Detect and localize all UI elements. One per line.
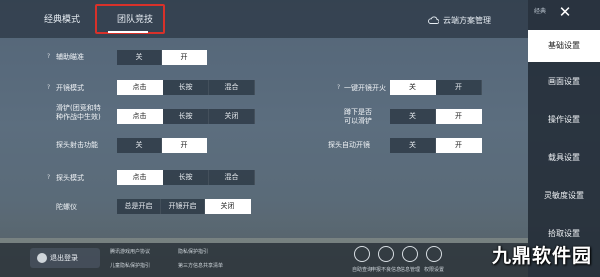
crouch-slide-toggle: 关 开 <box>390 109 482 124</box>
option-tap[interactable]: 点击 <box>117 170 163 185</box>
option-tap[interactable]: 点击 <box>117 80 163 95</box>
one-key-scope-fire-toggle: 关 开 <box>390 80 482 95</box>
gyro-selector: 总是开启 开镜开启 关闭 <box>117 199 251 214</box>
sidebar-item-controls[interactable]: 操作设置 <box>528 104 600 136</box>
peek-fire-label: 探头射击功能 <box>56 141 98 149</box>
option-on[interactable]: 开 <box>436 138 482 153</box>
option-mixed[interactable]: 混合 <box>209 170 255 185</box>
help-icon[interactable]: ? <box>47 174 50 181</box>
option-on[interactable]: 开 <box>162 138 207 153</box>
option-on[interactable]: 开 <box>162 50 207 65</box>
report-icon[interactable] <box>378 246 394 262</box>
peek-mode-selector: 点击 长按 混合 <box>117 170 255 185</box>
aim-assist-toggle: 关 开 <box>117 50 207 65</box>
option-tap[interactable]: 点击 <box>117 109 163 124</box>
option-hold[interactable]: 长按 <box>163 170 209 185</box>
aim-assist-label: 辅助瞄准 <box>56 53 84 61</box>
option-off[interactable]: 关闭 <box>209 109 255 124</box>
slide-selector: 点击 长按 关闭 <box>117 109 255 124</box>
link-third-party-list[interactable]: 第三方信息共享清单 <box>178 262 223 269</box>
option-off[interactable]: 关 <box>117 50 162 65</box>
peek-fire-toggle: 关 开 <box>117 138 207 153</box>
active-tab-indicator <box>108 31 148 33</box>
cloud-scheme-button[interactable]: 云端方案管理 <box>428 12 491 28</box>
sidebar-item-basic[interactable]: 基础设置 <box>528 30 600 62</box>
user-icon <box>37 253 47 263</box>
search-icon[interactable] <box>354 246 370 262</box>
sidebar-item-sensitivity[interactable]: 灵敏度设置 <box>528 180 600 212</box>
icon-label: 权限设置 <box>423 267 444 273</box>
gyro-label: 陀螺仪 <box>56 203 77 211</box>
help-icon[interactable]: ? <box>47 84 50 91</box>
tab-classic-mode[interactable]: 经典模式 <box>44 10 80 30</box>
peek-mode-label: 探头模式 <box>56 174 84 182</box>
sidebar-item-graphics[interactable]: 画面设置 <box>528 66 600 98</box>
link-child-privacy[interactable]: 儿童隐私保护指引 <box>110 262 150 269</box>
option-off[interactable]: 关 <box>390 109 436 124</box>
scope-mode-label: 开镜模式 <box>56 84 84 92</box>
site-watermark: 九鼎软件园 <box>492 245 593 267</box>
peek-auto-scope-label: 探头自动开镜 <box>328 141 370 149</box>
cloud-icon <box>428 16 439 24</box>
option-hold[interactable]: 长按 <box>163 109 209 124</box>
sidebar-header: 经典 <box>534 8 547 15</box>
option-always-on[interactable]: 总是开启 <box>117 199 161 214</box>
close-icon[interactable]: ✕ <box>555 4 575 20</box>
peek-auto-scope-toggle: 关 开 <box>390 138 482 153</box>
crouch-slide-label: 蹲下是否 可以滑铲 <box>344 108 372 125</box>
option-off[interactable]: 关 <box>390 80 436 95</box>
help-icon[interactable]: ? <box>337 84 340 91</box>
info-icon[interactable] <box>402 246 418 262</box>
sidebar-item-vehicle[interactable]: 载具设置 <box>528 142 600 174</box>
option-off[interactable]: 关 <box>117 138 162 153</box>
link-privacy-guide[interactable]: 隐私保护指引 <box>178 248 208 255</box>
option-off[interactable]: 关 <box>390 138 436 153</box>
cloud-scheme-label: 云端方案管理 <box>443 15 491 25</box>
link-user-agreement[interactable]: 腾讯游戏用户协议 <box>110 248 150 255</box>
privacy-icon[interactable] <box>426 246 442 262</box>
option-on[interactable]: 开 <box>436 109 482 124</box>
slide-label: 滑铲(团竞和特 种作战中生效) <box>56 104 101 121</box>
option-mixed[interactable]: 混合 <box>209 80 255 95</box>
option-on[interactable]: 开 <box>436 80 482 95</box>
option-hold[interactable]: 长按 <box>163 80 209 95</box>
tab-team-deathmatch[interactable]: 团队竞技 <box>103 10 167 30</box>
option-scope-on[interactable]: 开镜开启 <box>161 199 205 214</box>
scope-mode-selector: 点击 长按 混合 <box>117 80 255 95</box>
help-icon[interactable]: ? <box>47 53 50 60</box>
one-key-scope-fire-label: 一键开镜开火 <box>344 84 386 92</box>
option-off[interactable]: 关闭 <box>205 199 251 214</box>
